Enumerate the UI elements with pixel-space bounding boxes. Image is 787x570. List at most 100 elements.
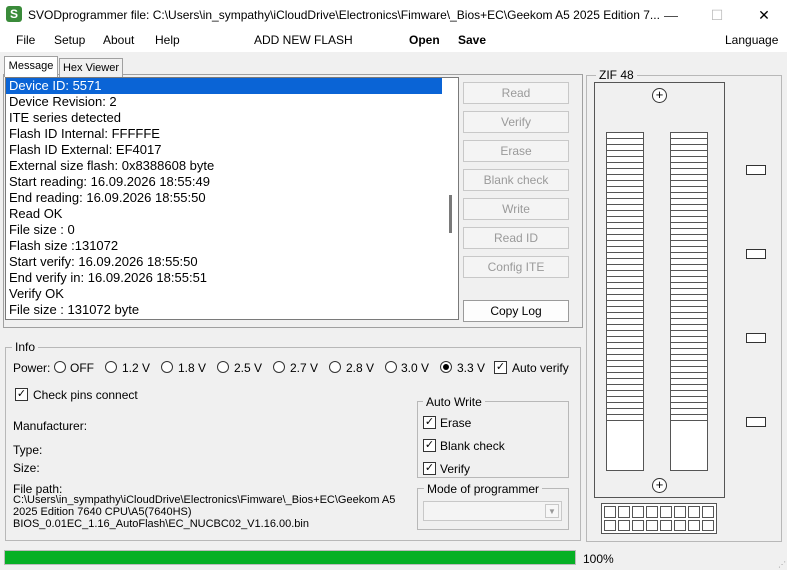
power-radio-2v7[interactable] [273,361,285,373]
file-path-value: C:\Users\in_sympathy\iCloudDrive\Electro… [13,494,396,506]
power-radio-2v5[interactable] [217,361,229,373]
progress-bar [4,550,576,565]
power-option-label: 2.8 V [346,361,375,375]
pin-marker [746,165,766,175]
log-line[interactable]: Read OK [6,206,458,222]
auto-write-label: Auto Write [423,395,485,409]
power-radio-off[interactable] [54,361,66,373]
zif-pin-column-right [670,132,708,471]
menu-file[interactable]: File [16,33,35,47]
power-radio-1v2[interactable] [105,361,117,373]
log-line[interactable]: File size : 131072 byte [6,302,458,318]
menu-add-new-flash[interactable]: ADD NEW FLASH [254,33,353,47]
read-id-button[interactable]: Read ID [463,227,569,249]
maximize-button[interactable]: ☐ [694,0,740,30]
zif-pin-slot [607,415,643,421]
power-radio-3v3[interactable] [440,361,452,373]
auto-verify-checkbox[interactable]: ✓ [494,361,507,374]
progress-fill [5,551,575,564]
resize-grip-icon[interactable]: ⋰ [778,560,786,569]
file-path-value: 2025 Edition 7640 CPU\A5(7640HS) [13,506,192,518]
power-option-label: 2.5 V [234,361,263,375]
power-radio-1v8[interactable] [161,361,173,373]
log-line[interactable]: Flash ID Internal: FFFFFE [6,126,458,142]
power-option-label: 1.8 V [178,361,207,375]
log-line[interactable]: File size : 0 [6,222,458,238]
pin-marker [746,417,766,427]
tab-hex-viewer[interactable]: Hex Viewer [59,58,123,77]
size-label: Size: [13,461,40,475]
zif-label: ZIF 48 [596,68,637,82]
read-button[interactable]: Read [463,82,569,104]
copy-log-button[interactable]: Copy Log [463,300,569,322]
progress-text: 100% [583,552,614,566]
menu-open[interactable]: Open [409,33,440,47]
log-line[interactable]: Start reading: 16.09.2026 18:55:49 [6,174,458,190]
info-group-label: Info [12,340,39,354]
chevron-down-icon: ▼ [545,504,559,518]
type-label: Type: [13,443,43,457]
connector-pin [646,506,658,518]
connector-pin [632,506,644,518]
connector-pin [660,506,672,518]
blank-check-button[interactable]: Blank check [463,169,569,191]
power-radio-2v8[interactable] [329,361,341,373]
config-ite-button[interactable]: Config ITE [463,256,569,278]
window-title: SVODprogrammer file: C:\Users\in_sympath… [28,8,660,22]
connector-pin [674,519,686,531]
write-button[interactable]: Write [463,198,569,220]
menu-help[interactable]: Help [155,33,180,47]
auto-write-blank-check-label: Blank check [440,439,505,453]
verify-button[interactable]: Verify [463,111,569,133]
auto-write-verify-label: Verify [440,462,471,476]
check-pins-label: Check pins connect [33,388,138,402]
zif-pin-column-left [606,132,644,471]
connector-pin [646,519,658,531]
auto-write-erase-checkbox[interactable]: ✓ [423,416,436,429]
power-label: Power: [13,361,51,375]
connector-pin [688,506,700,518]
close-button[interactable]: ✕ [741,0,787,30]
connector-pin [632,519,644,531]
manufacturer-label: Manufacturer: [13,419,88,433]
tab-message[interactable]: Message [4,56,58,77]
connector-pin [688,519,700,531]
mode-select[interactable]: ▼ [423,501,562,521]
log-line[interactable]: ITE series detected [6,110,458,126]
menu-about[interactable]: About [103,33,134,47]
log-line[interactable]: Flash size :131072 [6,238,458,254]
log-line[interactable]: End reading: 16.09.2026 18:55:50 [6,190,458,206]
auto-verify-label: Auto verify [512,361,569,375]
menu-save[interactable]: Save [458,33,486,47]
log-scrollbar[interactable] [449,195,452,233]
log-line[interactable]: Start verify: 16.09.2026 18:55:50 [6,254,458,270]
menu-setup[interactable]: Setup [54,33,85,47]
log-line[interactable]: End verify in: 16.09.2026 18:55:51 [6,270,458,286]
log-line[interactable]: Device Revision: 2 [6,94,458,110]
menu-language[interactable]: Language [725,33,778,47]
connector-pin [702,506,714,518]
erase-button[interactable]: Erase [463,140,569,162]
log-line[interactable]: Verify OK [6,286,458,302]
power-option-label: 1.2 V [122,361,151,375]
power-option-label: 3.3 V [457,361,486,375]
app-icon: S [6,6,22,22]
log-line[interactable]: Device ID: 5571 [6,78,442,94]
auto-write-verify-checkbox[interactable]: ✓ [423,462,436,475]
check-pins-checkbox[interactable]: ✓ [15,388,28,401]
pin-marker [746,333,766,343]
zif-connector [601,503,717,534]
pin-marker [746,249,766,259]
message-log[interactable]: Device ID: 5571 Device Revision: 2 ITE s… [5,77,459,320]
connector-pin [660,519,672,531]
power-radio-3v0[interactable] [385,361,397,373]
crosshair-icon: + [652,88,667,103]
connector-pin [618,519,630,531]
auto-write-blank-check-checkbox[interactable]: ✓ [423,439,436,452]
minimize-button[interactable]: — [648,0,694,30]
connector-pin [604,519,616,531]
connector-pin [674,506,686,518]
log-line[interactable]: External size flash: 0x8388608 byte [6,158,458,174]
log-line[interactable]: Flash ID External: EF4017 [6,142,458,158]
connector-pin [604,506,616,518]
